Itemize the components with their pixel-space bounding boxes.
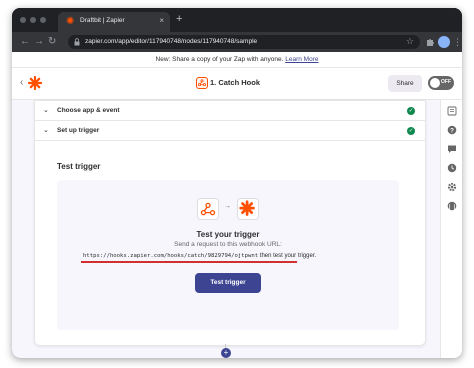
versions-icon[interactable]: ❘❘ [447,201,457,211]
arrow-right-icon: → [224,203,231,210]
svg-text:❘❘: ❘❘ [447,203,456,210]
webhook-url-line: https://hooks.zapier.com/hooks/catch/982… [83,253,403,259]
section-title: Test trigger [57,162,101,171]
learn-more-link[interactable]: Learn More [285,56,318,63]
zapier-favicon-icon: ✺ [66,16,75,27]
reload-icon[interactable]: ↻ [48,35,56,49]
add-step-plus-icon[interactable]: + [221,348,231,358]
toggle-knob [430,78,440,88]
bookmark-star-icon[interactable]: ☆ [406,36,414,47]
url-suffix-text: then test your trigger. [258,253,317,259]
accordion-set-up-trigger[interactable]: ⌄ Set up trigger ✓ [35,121,425,141]
zapier-logo-icon[interactable] [28,76,42,90]
browser-toolbar: ← → ↻ zapier.com/app/editor/117940748/no… [12,32,462,52]
toggle-label: OFF [441,79,451,85]
back-chevron-icon[interactable]: ‹ [20,77,23,88]
webhook-app-icon [197,198,219,220]
extensions-icon[interactable] [424,36,436,48]
url-highlight-underline [81,261,297,263]
browser-menu-icon[interactable]: ⋮ [453,35,462,49]
settings-gear-icon[interactable] [447,182,457,192]
zap-on-off-toggle[interactable]: OFF [428,76,454,90]
tab-title: Draftbit | Zapier [80,17,125,24]
editor-header: ‹ 1. Catch Hook Share OFF [12,68,462,100]
url-text: zapier.com/app/editor/117940748/nodes/11… [85,38,258,45]
new-tab-button[interactable]: + [176,14,182,25]
help-icon[interactable]: ? [447,125,457,135]
accordion-label: Set up trigger [57,127,100,134]
share-button[interactable]: Share [388,75,422,92]
zapier-app-icon [237,198,259,220]
tab-strip: ✺ Draftbit | Zapier × + [12,8,462,32]
test-heading: Test your trigger [196,230,260,239]
step-editor-card: ⌄ Choose app & event ✓ ⌄ Set up trigger … [34,100,426,346]
zapier-editor-page: New: Share a copy of your Zap with anyon… [12,52,462,358]
back-arrow-icon[interactable]: ← [20,35,30,49]
profile-avatar[interactable] [438,36,450,48]
lock-icon [74,38,80,46]
accordion-choose-app[interactable]: ⌄ Choose app & event ✓ [35,101,425,121]
maximize-window-dot[interactable] [40,17,46,23]
list-icon[interactable] [447,106,457,116]
address-bar[interactable]: zapier.com/app/editor/117940748/nodes/11… [68,35,420,49]
browser-window: ✺ Draftbit | Zapier × + ← → ↻ zapier.com… [12,8,462,358]
step-title: 1. Catch Hook [210,78,261,87]
history-clock-icon[interactable] [447,163,457,173]
check-circle-icon: ✓ [407,107,415,115]
test-trigger-button[interactable]: Test trigger [195,273,261,293]
banner-text: New: Share a copy of your Zap with anyon… [155,56,284,63]
test-instruction: Send a request to this webhook URL: [174,241,282,248]
comment-icon[interactable] [447,144,457,154]
forward-arrow-icon[interactable]: → [34,35,44,49]
accordion-label: Choose app & event [57,107,120,114]
browser-tab[interactable]: ✺ Draftbit | Zapier × [58,12,170,32]
check-circle-icon: ✓ [407,127,415,135]
announcement-banner: New: Share a copy of your Zap with anyon… [12,52,462,68]
close-window-dot[interactable] [20,17,26,23]
webhook-step-icon [196,77,208,89]
chevron-down-icon: ⌄ [43,107,49,114]
test-trigger-panel: → Test your trigger Send a request to th… [57,180,399,330]
tab-close-icon[interactable]: × [159,16,164,25]
svg-text:?: ? [450,128,454,135]
right-sidebar: ? ❘❘ [440,100,462,358]
webhook-url[interactable]: https://hooks.zapier.com/hooks/catch/982… [83,253,258,259]
minimize-window-dot[interactable] [30,17,36,23]
chevron-down-icon: ⌄ [43,127,49,134]
